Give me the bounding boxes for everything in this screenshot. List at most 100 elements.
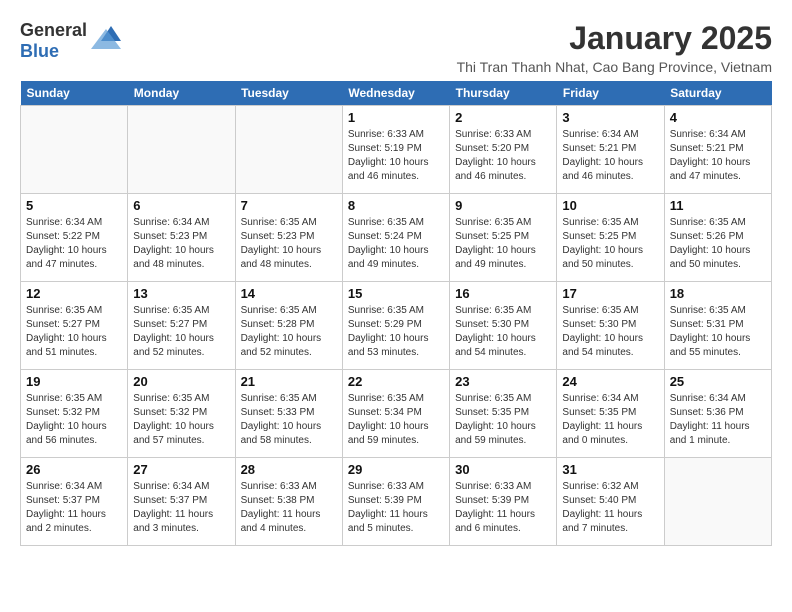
day-header-wednesday: Wednesday: [342, 81, 449, 106]
logo-icon: [91, 21, 121, 51]
cell-info: Sunrise: 6:34 AM Sunset: 5:23 PM Dayligh…: [133, 216, 229, 272]
logo-general: General: [20, 20, 87, 40]
cell-info: Sunrise: 6:35 AM Sunset: 5:30 PM Dayligh…: [455, 304, 551, 360]
cell-date: 12: [26, 286, 122, 301]
calendar-cell: 4Sunrise: 6:34 AM Sunset: 5:21 PM Daylig…: [664, 106, 771, 194]
calendar-cell: 16 Sunrise: 6:35 AM Sunset: 5:30 PM Dayli…: [450, 282, 557, 370]
cell-date: 15: [348, 286, 444, 301]
week-row-3: 12 Sunrise: 6:35 AM Sunset: 5:27 PM Dayli…: [21, 282, 772, 370]
calendar-table: SundayMondayTuesdayWednesdayThursdayFrid…: [20, 81, 772, 546]
page-header: General Blue January 2025 Thi Tran Thanh…: [20, 20, 772, 75]
cell-date: 13: [133, 286, 229, 301]
cell-info: Sunrise: 6:33 AM Sunset: 5:39 PM Dayligh…: [455, 480, 551, 536]
cell-info: Sunrise: 6:33 AM Sunset: 5:20 PM Dayligh…: [455, 128, 551, 184]
cell-date: 11: [670, 198, 766, 213]
calendar-cell: [664, 458, 771, 546]
calendar-cell: [128, 106, 235, 194]
cell-info: Sunrise: 6:34 AM Sunset: 5:35 PM Dayligh…: [562, 392, 658, 448]
cell-info: Sunrise: 6:35 AM Sunset: 5:26 PM Dayligh…: [670, 216, 766, 272]
cell-info: Sunrise: 6:35 AM Sunset: 5:33 PM Dayligh…: [241, 392, 337, 448]
calendar-cell: 7 Sunrise: 6:35 AM Sunset: 5:23 PM Daylig…: [235, 194, 342, 282]
calendar-cell: 15 Sunrise: 6:35 AM Sunset: 5:29 PM Dayli…: [342, 282, 449, 370]
cell-info: Sunrise: 6:34 AM Sunset: 5:21 PM Dayligh…: [562, 128, 658, 184]
calendar-cell: 2 Sunrise: 6:33 AM Sunset: 5:20 PM Daylig…: [450, 106, 557, 194]
logo-text: General Blue: [20, 20, 87, 62]
calendar-cell: 10 Sunrise: 6:35 AM Sunset: 5:25 PM Dayli…: [557, 194, 664, 282]
day-header-tuesday: Tuesday: [235, 81, 342, 106]
cell-date: 7: [241, 198, 337, 213]
cell-date: 22: [348, 374, 444, 389]
cell-date: 29: [348, 462, 444, 477]
cell-date: 10: [562, 198, 658, 213]
day-header-monday: Monday: [128, 81, 235, 106]
cell-info: Sunrise: 6:35 AM Sunset: 5:27 PM Dayligh…: [133, 304, 229, 360]
calendar-subtitle: Thi Tran Thanh Nhat, Cao Bang Province, …: [457, 59, 772, 75]
cell-date: 23: [455, 374, 551, 389]
title-block: January 2025 Thi Tran Thanh Nhat, Cao Ba…: [457, 20, 772, 75]
week-row-2: 5Sunrise: 6:34 AM Sunset: 5:22 PM Daylig…: [21, 194, 772, 282]
week-row-4: 19 Sunrise: 6:35 AM Sunset: 5:32 PM Dayli…: [21, 370, 772, 458]
cell-info: Sunrise: 6:35 AM Sunset: 5:31 PM Dayligh…: [670, 304, 766, 360]
calendar-cell: 12 Sunrise: 6:35 AM Sunset: 5:27 PM Dayli…: [21, 282, 128, 370]
week-row-5: 26 Sunrise: 6:34 AM Sunset: 5:37 PM Dayli…: [21, 458, 772, 546]
calendar-cell: 18 Sunrise: 6:35 AM Sunset: 5:31 PM Dayli…: [664, 282, 771, 370]
cell-info: Sunrise: 6:35 AM Sunset: 5:23 PM Dayligh…: [241, 216, 337, 272]
cell-date: 18: [670, 286, 766, 301]
cell-date: 2: [455, 110, 551, 125]
cell-info: Sunrise: 6:34 AM Sunset: 5:21 PM Dayligh…: [670, 128, 766, 184]
week-row-1: 1Sunrise: 6:33 AM Sunset: 5:19 PM Daylig…: [21, 106, 772, 194]
calendar-cell: 17 Sunrise: 6:35 AM Sunset: 5:30 PM Dayli…: [557, 282, 664, 370]
cell-date: 16: [455, 286, 551, 301]
cell-info: Sunrise: 6:35 AM Sunset: 5:24 PM Dayligh…: [348, 216, 444, 272]
calendar-cell: 9 Sunrise: 6:35 AM Sunset: 5:25 PM Daylig…: [450, 194, 557, 282]
calendar-cell: 11 Sunrise: 6:35 AM Sunset: 5:26 PM Dayli…: [664, 194, 771, 282]
cell-date: 19: [26, 374, 122, 389]
cell-date: 3: [562, 110, 658, 125]
cell-date: 6: [133, 198, 229, 213]
calendar-cell: 27 Sunrise: 6:34 AM Sunset: 5:37 PM Dayli…: [128, 458, 235, 546]
cell-date: 5: [26, 198, 122, 213]
calendar-cell: 23 Sunrise: 6:35 AM Sunset: 5:35 PM Dayli…: [450, 370, 557, 458]
cell-info: Sunrise: 6:35 AM Sunset: 5:32 PM Dayligh…: [26, 392, 122, 448]
calendar-cell: [21, 106, 128, 194]
cell-info: Sunrise: 6:35 AM Sunset: 5:29 PM Dayligh…: [348, 304, 444, 360]
calendar-cell: 30 Sunrise: 6:33 AM Sunset: 5:39 PM Dayli…: [450, 458, 557, 546]
calendar-cell: 3 Sunrise: 6:34 AM Sunset: 5:21 PM Daylig…: [557, 106, 664, 194]
cell-info: Sunrise: 6:32 AM Sunset: 5:40 PM Dayligh…: [562, 480, 658, 536]
cell-date: 26: [26, 462, 122, 477]
calendar-cell: 31 Sunrise: 6:32 AM Sunset: 5:40 PM Dayli…: [557, 458, 664, 546]
calendar-cell: 1Sunrise: 6:33 AM Sunset: 5:19 PM Daylig…: [342, 106, 449, 194]
calendar-cell: 25Sunrise: 6:34 AM Sunset: 5:36 PM Dayli…: [664, 370, 771, 458]
calendar-cell: 26 Sunrise: 6:34 AM Sunset: 5:37 PM Dayli…: [21, 458, 128, 546]
logo-blue: Blue: [20, 41, 59, 61]
cell-date: 8: [348, 198, 444, 213]
cell-info: Sunrise: 6:34 AM Sunset: 5:37 PM Dayligh…: [26, 480, 122, 536]
cell-info: Sunrise: 6:35 AM Sunset: 5:28 PM Dayligh…: [241, 304, 337, 360]
cell-date: 9: [455, 198, 551, 213]
day-header-thursday: Thursday: [450, 81, 557, 106]
calendar-cell: 20 Sunrise: 6:35 AM Sunset: 5:32 PM Dayli…: [128, 370, 235, 458]
cell-date: 30: [455, 462, 551, 477]
cell-date: 17: [562, 286, 658, 301]
cell-date: 20: [133, 374, 229, 389]
calendar-cell: [235, 106, 342, 194]
day-header-sunday: Sunday: [21, 81, 128, 106]
cell-info: Sunrise: 6:34 AM Sunset: 5:37 PM Dayligh…: [133, 480, 229, 536]
cell-info: Sunrise: 6:35 AM Sunset: 5:27 PM Dayligh…: [26, 304, 122, 360]
cell-info: Sunrise: 6:35 AM Sunset: 5:25 PM Dayligh…: [455, 216, 551, 272]
cell-date: 27: [133, 462, 229, 477]
day-header-saturday: Saturday: [664, 81, 771, 106]
cell-date: 25: [670, 374, 766, 389]
cell-info: Sunrise: 6:35 AM Sunset: 5:30 PM Dayligh…: [562, 304, 658, 360]
calendar-cell: 29 Sunrise: 6:33 AM Sunset: 5:39 PM Dayli…: [342, 458, 449, 546]
cell-date: 24: [562, 374, 658, 389]
calendar-cell: 6 Sunrise: 6:34 AM Sunset: 5:23 PM Daylig…: [128, 194, 235, 282]
calendar-cell: 22Sunrise: 6:35 AM Sunset: 5:34 PM Dayli…: [342, 370, 449, 458]
cell-info: Sunrise: 6:35 AM Sunset: 5:35 PM Dayligh…: [455, 392, 551, 448]
cell-date: 31: [562, 462, 658, 477]
cell-info: Sunrise: 6:35 AM Sunset: 5:32 PM Dayligh…: [133, 392, 229, 448]
day-header-friday: Friday: [557, 81, 664, 106]
cell-info: Sunrise: 6:33 AM Sunset: 5:39 PM Dayligh…: [348, 480, 444, 536]
cell-info: Sunrise: 6:33 AM Sunset: 5:38 PM Dayligh…: [241, 480, 337, 536]
cell-info: Sunrise: 6:35 AM Sunset: 5:25 PM Dayligh…: [562, 216, 658, 272]
